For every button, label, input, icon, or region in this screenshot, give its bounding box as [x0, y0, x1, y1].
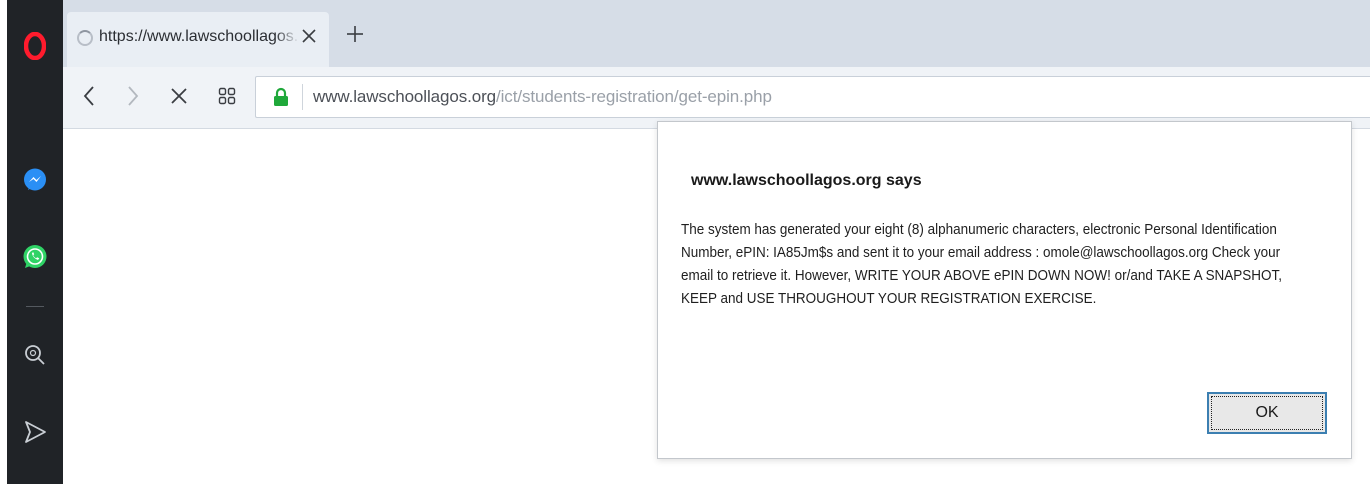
- ok-button[interactable]: OK: [1207, 392, 1327, 434]
- navigation-bar: www.lawschoollagos.org/ict/students-regi…: [63, 67, 1370, 129]
- dialog-message: The system has generated your eight (8) …: [681, 222, 1282, 307]
- lock-icon[interactable]: [266, 87, 296, 107]
- browser-window: https://www.lawschoollagos.org/ict/stude…: [0, 0, 1370, 484]
- alert-dialog: www.lawschoollagos.org says The system h…: [657, 121, 1352, 459]
- plus-icon[interactable]: [343, 22, 367, 46]
- loading-spinner-icon: [77, 30, 93, 46]
- chevron-left-icon[interactable]: [77, 84, 101, 108]
- messenger-icon[interactable]: [7, 160, 63, 200]
- sidebar: [0, 0, 63, 484]
- flow-send-icon[interactable]: [7, 412, 63, 452]
- url-host: www.lawschoollagos.org: [313, 87, 496, 106]
- search-icon[interactable]: [7, 335, 63, 375]
- dialog-title: www.lawschoollagos.org says: [691, 172, 922, 189]
- tab-strip: https://www.lawschoollagos.org/ict/stude…: [63, 0, 1370, 67]
- tab-current[interactable]: https://www.lawschoollagos.org/ict/stude…: [67, 12, 329, 67]
- url-text[interactable]: www.lawschoollagos.org/ict/students-regi…: [313, 87, 772, 107]
- chevron-right-icon[interactable]: [121, 84, 145, 108]
- address-separator: [302, 84, 303, 110]
- tab-title: https://www.lawschoollagos.org/ict/stude…: [99, 28, 299, 45]
- url-path: /ict/students-registration/get-epin.php: [496, 87, 772, 106]
- whatsapp-icon[interactable]: [7, 237, 63, 277]
- stop-loading-icon[interactable]: [167, 84, 191, 108]
- opera-logo-icon[interactable]: [7, 26, 63, 66]
- close-icon[interactable]: [299, 26, 319, 46]
- address-bar[interactable]: www.lawschoollagos.org/ict/students-regi…: [255, 76, 1370, 118]
- grid-icon[interactable]: [215, 84, 239, 108]
- sidebar-divider: [26, 306, 44, 307]
